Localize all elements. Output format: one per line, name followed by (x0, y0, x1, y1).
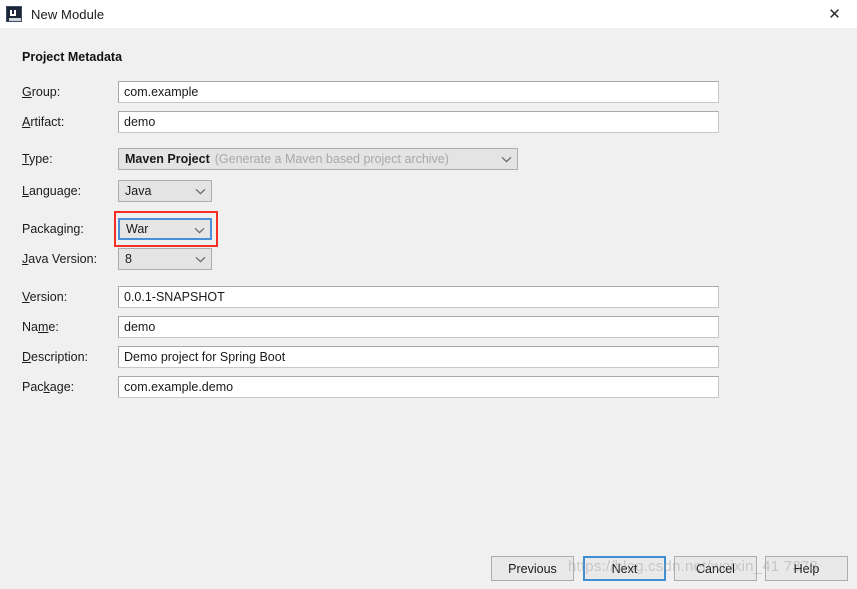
type-combobox-value: Maven Project (125, 152, 210, 166)
name-input[interactable]: demo (118, 316, 719, 338)
java-version-combobox-value: 8 (125, 252, 132, 266)
field-row-packaging: Packaging: War (22, 218, 322, 240)
label-java-version: Java Version: (22, 252, 98, 266)
field-row-version: Version: 0.0.1-SNAPSHOT (22, 286, 722, 308)
field-row-language: Language: Java (22, 180, 322, 202)
label-type: Type: (22, 152, 53, 166)
dialog-body: Project Metadata Group: com.example Arti… (0, 28, 857, 589)
previous-button[interactable]: Previous (491, 556, 574, 581)
chevron-down-icon[interactable] (495, 149, 517, 169)
description-input[interactable]: Demo project for Spring Boot (118, 346, 719, 368)
dialog-button-bar: Previous Next Cancel Help (0, 556, 857, 581)
label-language: Language: (22, 184, 82, 198)
packaging-combobox-value: War (126, 222, 149, 236)
java-version-combobox[interactable]: 8 (118, 248, 212, 270)
window-title: New Module (31, 6, 105, 22)
intellij-idea-logo-icon (6, 6, 22, 22)
group-input[interactable]: com.example (118, 81, 719, 103)
label-packaging: Packaging: (22, 222, 84, 236)
language-combobox[interactable]: Java (118, 180, 212, 202)
label-artifact: Artifact: (22, 115, 65, 129)
field-row-java-version: Java Version: 8 (22, 248, 322, 270)
field-row-package: Package: com.example.demo (22, 376, 722, 398)
window-titlebar: New Module ✕ (0, 0, 857, 28)
section-title-project-metadata: Project Metadata (22, 50, 123, 64)
label-version: Version: (22, 290, 68, 304)
language-combobox-value: Java (125, 184, 152, 198)
help-button[interactable]: Help (765, 556, 848, 581)
label-description: Description: (22, 350, 89, 364)
close-icon[interactable]: ✕ (812, 0, 857, 28)
field-row-description: Description: Demo project for Spring Boo… (22, 346, 722, 368)
label-package: Package: (22, 380, 75, 394)
chevron-down-icon[interactable] (188, 220, 210, 238)
label-group: Group: (22, 85, 61, 99)
field-row-group: Group: com.example (22, 81, 722, 103)
packaging-combobox[interactable]: War (118, 218, 212, 240)
artifact-input[interactable]: demo (118, 111, 719, 133)
field-row-type: Type: Maven Project (Generate a Maven ba… (22, 148, 522, 170)
label-name: Name: (22, 320, 59, 334)
type-combobox[interactable]: Maven Project (Generate a Maven based pr… (118, 148, 518, 170)
chevron-down-icon[interactable] (189, 249, 211, 269)
package-input[interactable]: com.example.demo (118, 376, 719, 398)
version-input[interactable]: 0.0.1-SNAPSHOT (118, 286, 719, 308)
type-combobox-hint: (Generate a Maven based project archive) (214, 152, 449, 166)
chevron-down-icon[interactable] (189, 181, 211, 201)
cancel-button[interactable]: Cancel (674, 556, 757, 581)
next-button[interactable]: Next (583, 556, 666, 581)
field-row-name: Name: demo (22, 316, 722, 338)
field-row-artifact: Artifact: demo (22, 111, 722, 133)
